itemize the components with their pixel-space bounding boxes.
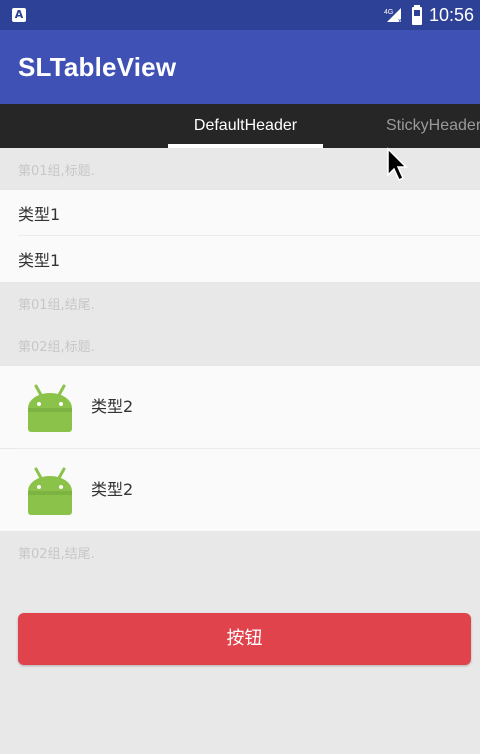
app-title: SLTableView — [18, 52, 177, 82]
status-icons: 4G x 10:56 — [383, 0, 480, 30]
status-bar: A 4G x 10:56 — [0, 0, 480, 30]
list-item[interactable]: 类型2 — [0, 366, 480, 448]
list-item[interactable]: 类型1 — [0, 236, 480, 282]
app-bar: SLTableView — [0, 30, 480, 104]
list-item[interactable]: 类型1 — [0, 190, 480, 236]
section-footer: 第01组,结尾. — [18, 297, 95, 313]
network-label: 4G — [384, 9, 393, 16]
app-notification-icon: A — [12, 8, 26, 22]
action-button[interactable]: 按钮 — [18, 613, 471, 665]
status-time: 10:56 — [428, 4, 474, 25]
tab-sticky-header[interactable]: StickyHeader — [386, 104, 480, 148]
android-icon — [28, 384, 72, 432]
list-item-label: 类型2 — [91, 397, 134, 416]
signal-4g-icon: 4G x — [384, 8, 402, 24]
list-item-label: 类型2 — [91, 480, 134, 499]
tab-default-header[interactable]: DefaultHeader — [168, 104, 323, 148]
battery-icon — [411, 5, 422, 25]
svg-text:x: x — [398, 18, 402, 24]
mouse-cursor-icon — [387, 147, 408, 182]
section-header: 第02组,标题. — [18, 339, 95, 355]
list-item[interactable]: 类型2 — [0, 449, 480, 531]
android-icon — [28, 467, 72, 515]
tab-bar: DefaultHeader StickyHeader — [0, 104, 480, 148]
section-footer: 第02组,结尾. — [18, 546, 95, 562]
